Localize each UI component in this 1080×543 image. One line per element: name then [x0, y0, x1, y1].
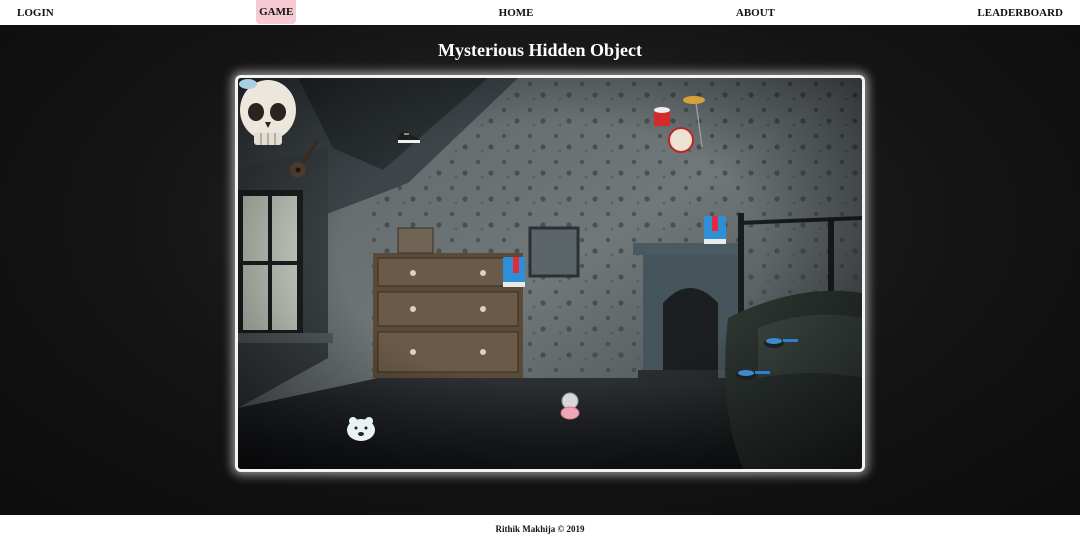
guitar-icon[interactable]	[288, 138, 322, 180]
polar-bear-icon[interactable]	[345, 414, 377, 442]
top-nav: LOGIN GAME HOME ABOUT LEADERBOARD	[0, 0, 1080, 25]
sneaker-icon[interactable]	[396, 128, 422, 144]
game-scene	[235, 75, 865, 472]
frying-pan-icon[interactable]	[735, 366, 771, 382]
book-icon[interactable]	[502, 256, 526, 288]
nav-home[interactable]: HOME	[499, 0, 534, 25]
nav-login[interactable]: LOGIN	[17, 0, 54, 25]
footer-credit: Rithik Makhija © 2019	[0, 515, 1080, 543]
nav-game[interactable]: GAME	[256, 0, 297, 24]
frying-pan-icon[interactable]	[763, 334, 799, 350]
book-icon[interactable]	[703, 215, 727, 245]
drum-kit-icon[interactable]	[652, 92, 710, 154]
nav-leaderboard[interactable]: LEADERBOARD	[977, 0, 1063, 25]
nav-about[interactable]: ABOUT	[736, 0, 775, 25]
page-title: Mysterious Hidden Object	[438, 40, 642, 60]
room-scene	[238, 78, 862, 469]
compact-mirror-icon[interactable]	[558, 392, 582, 420]
